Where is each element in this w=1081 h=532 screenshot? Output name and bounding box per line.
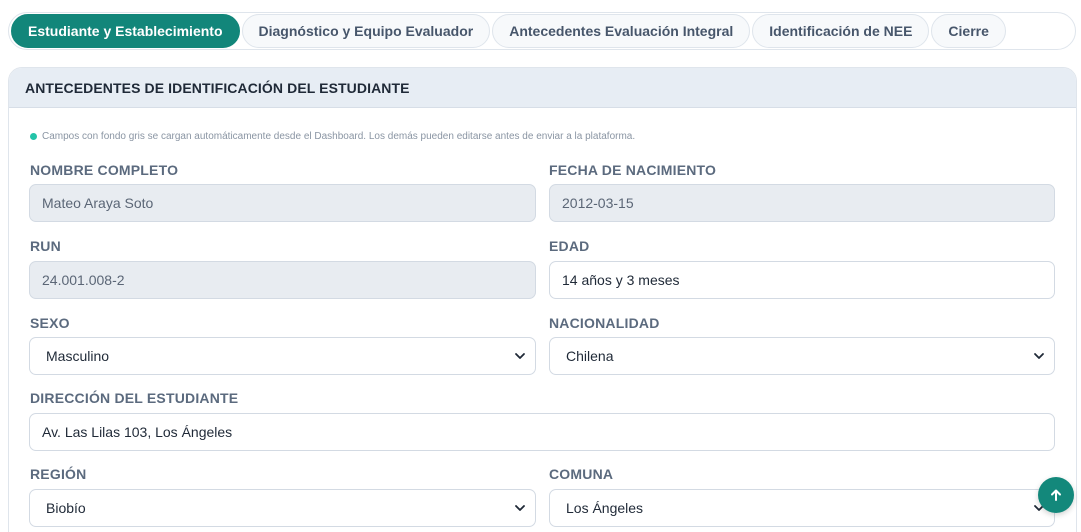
autofill-note-text: Campos con fondo gris se cargan automáti… — [42, 131, 636, 142]
fecha-nacimiento-value: 2012-03-15 — [562, 195, 634, 211]
section-title: ANTECEDENTES DE IDENTIFICACIÓN DEL ESTUD… — [9, 68, 1076, 108]
chevron-down-icon — [1034, 353, 1044, 359]
region-select[interactable]: Biobío — [29, 489, 536, 527]
chevron-down-icon — [515, 505, 525, 511]
edad-field[interactable]: 14 años y 3 meses — [549, 261, 1055, 299]
comuna-value: Los Ángeles — [566, 500, 644, 516]
step-tabs: Estudiante y Establecimiento Diagnóstico… — [8, 12, 1076, 50]
sexo-value: Masculino — [46, 348, 110, 364]
edad-label: EDAD — [549, 238, 590, 254]
fecha-nacimiento-field[interactable]: 2012-03-15 — [549, 184, 1055, 222]
sexo-select[interactable]: Masculino — [29, 337, 536, 375]
autofill-note: Campos con fondo gris se cargan automáti… — [30, 131, 635, 142]
run-label: RUN — [30, 238, 61, 254]
chevron-down-icon — [515, 353, 525, 359]
nombre-value: Mateo Araya Soto — [42, 195, 154, 211]
nacionalidad-select[interactable]: Chilena — [549, 337, 1055, 375]
scroll-to-top-button[interactable] — [1038, 477, 1074, 513]
comuna-label: COMUNA — [549, 466, 614, 482]
student-identification-card: ANTECEDENTES DE IDENTIFICACIÓN DEL ESTUD… — [8, 67, 1077, 532]
run-field[interactable]: 24.001.008-2 — [29, 261, 536, 299]
sexo-label: SEXO — [30, 315, 70, 331]
direccion-value: Av. Las Lilas 103, Los Ángeles — [42, 424, 233, 440]
tab-antecedentes-evaluacion[interactable]: Antecedentes Evaluación Integral — [492, 14, 751, 48]
nacionalidad-value: Chilena — [566, 348, 614, 364]
tab-cierre[interactable]: Cierre — [931, 14, 1006, 48]
region-value: Biobío — [46, 500, 86, 516]
tab-estudiante-establecimiento[interactable]: Estudiante y Establecimiento — [11, 14, 240, 48]
arrow-up-icon — [1051, 489, 1061, 501]
direccion-label: DIRECCIÓN DEL ESTUDIANTE — [30, 390, 239, 406]
nombre-label: NOMBRE COMPLETO — [30, 162, 179, 178]
comuna-select[interactable]: Los Ángeles — [549, 489, 1055, 527]
run-value: 24.001.008-2 — [42, 272, 125, 288]
nombre-field[interactable]: Mateo Araya Soto — [29, 184, 536, 222]
edad-value: 14 años y 3 meses — [562, 272, 680, 288]
region-label: REGIÓN — [30, 466, 87, 482]
fecha-nacimiento-label: FECHA DE NACIMIENTO — [549, 162, 717, 178]
nacionalidad-label: NACIONALIDAD — [549, 315, 660, 331]
tab-diagnostico-equipo[interactable]: Diagnóstico y Equipo Evaluador — [241, 14, 491, 48]
direccion-field[interactable]: Av. Las Lilas 103, Los Ángeles — [29, 413, 1055, 451]
status-dot-icon — [30, 133, 37, 140]
tab-identificacion-nee[interactable]: Identificación de NEE — [752, 14, 930, 48]
